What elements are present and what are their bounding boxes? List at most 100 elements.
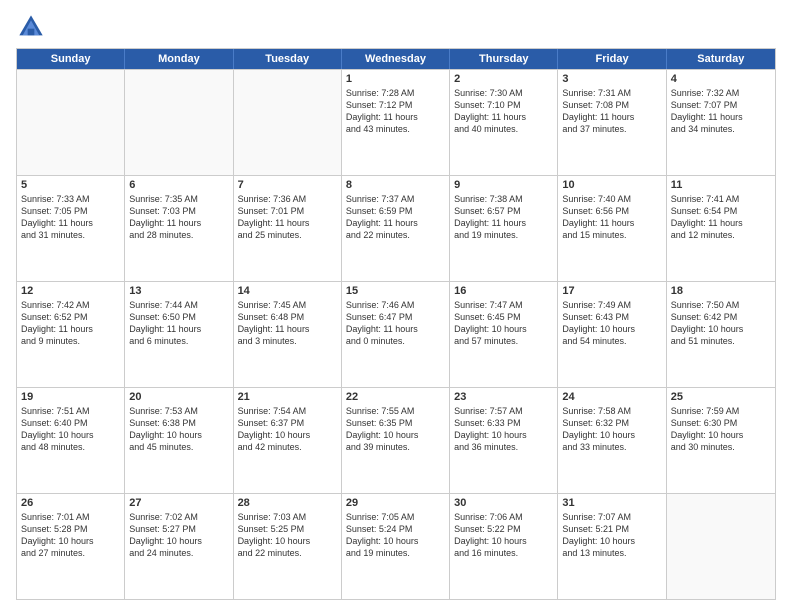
day-number: 17 <box>562 285 661 297</box>
cell-text: Sunrise: 7:49 AM Sunset: 6:43 PM Dayligh… <box>562 299 661 348</box>
cell-text: Sunrise: 7:51 AM Sunset: 6:40 PM Dayligh… <box>21 405 120 454</box>
calendar-cell-27: 27 Sunrise: 7:02 AM Sunset: 5:27 PM Dayli… <box>125 494 233 599</box>
calendar-row-2: 5 Sunrise: 7:33 AM Sunset: 7:05 PM Daylig… <box>17 175 775 281</box>
calendar-cell-4: 4 Sunrise: 7:32 AM Sunset: 7:07 PM Daylig… <box>667 70 775 175</box>
calendar-header-friday: Friday <box>558 49 666 69</box>
calendar-cell-6: 6 Sunrise: 7:35 AM Sunset: 7:03 PM Daylig… <box>125 176 233 281</box>
calendar-cell-17: 17 Sunrise: 7:49 AM Sunset: 6:43 PM Dayli… <box>558 282 666 387</box>
cell-text: Sunrise: 7:28 AM Sunset: 7:12 PM Dayligh… <box>346 87 445 136</box>
day-number: 3 <box>562 73 661 85</box>
cell-text: Sunrise: 7:36 AM Sunset: 7:01 PM Dayligh… <box>238 193 337 242</box>
day-number: 22 <box>346 391 445 403</box>
cell-text: Sunrise: 7:01 AM Sunset: 5:28 PM Dayligh… <box>21 511 120 560</box>
cell-text: Sunrise: 7:02 AM Sunset: 5:27 PM Dayligh… <box>129 511 228 560</box>
header <box>16 12 776 42</box>
cell-text: Sunrise: 7:35 AM Sunset: 7:03 PM Dayligh… <box>129 193 228 242</box>
day-number: 16 <box>454 285 553 297</box>
day-number: 21 <box>238 391 337 403</box>
day-number: 5 <box>21 179 120 191</box>
cell-text: Sunrise: 7:33 AM Sunset: 7:05 PM Dayligh… <box>21 193 120 242</box>
calendar-cell-23: 23Sunrise: 7:57 AM Sunset: 6:33 PM Dayli… <box>450 388 558 493</box>
cell-text: Sunrise: 7:47 AM Sunset: 6:45 PM Dayligh… <box>454 299 553 348</box>
calendar-cell-5: 5 Sunrise: 7:33 AM Sunset: 7:05 PM Daylig… <box>17 176 125 281</box>
calendar-cell-3: 3 Sunrise: 7:31 AM Sunset: 7:08 PM Daylig… <box>558 70 666 175</box>
day-number: 18 <box>671 285 771 297</box>
day-number: 15 <box>346 285 445 297</box>
calendar: SundayMondayTuesdayWednesdayThursdayFrid… <box>16 48 776 600</box>
cell-text: Sunrise: 7:54 AM Sunset: 6:37 PM Dayligh… <box>238 405 337 454</box>
calendar-header-monday: Monday <box>125 49 233 69</box>
calendar-cell-8: 8 Sunrise: 7:37 AM Sunset: 6:59 PM Daylig… <box>342 176 450 281</box>
day-number: 8 <box>346 179 445 191</box>
calendar-cell-18: 18 Sunrise: 7:50 AM Sunset: 6:42 PM Dayli… <box>667 282 775 387</box>
calendar-cell-31: 31 Sunrise: 7:07 AM Sunset: 5:21 PM Dayli… <box>558 494 666 599</box>
day-number: 25 <box>671 391 771 403</box>
calendar-cell-15: 15Sunrise: 7:46 AM Sunset: 6:47 PM Dayli… <box>342 282 450 387</box>
day-number: 19 <box>21 391 120 403</box>
day-number: 20 <box>129 391 228 403</box>
day-number: 24 <box>562 391 661 403</box>
logo-icon <box>16 12 46 42</box>
cell-text: Sunrise: 7:59 AM Sunset: 6:30 PM Dayligh… <box>671 405 771 454</box>
calendar-cell-12: 12Sunrise: 7:42 AM Sunset: 6:52 PM Dayli… <box>17 282 125 387</box>
cell-text: Sunrise: 7:41 AM Sunset: 6:54 PM Dayligh… <box>671 193 771 242</box>
calendar-row-5: 26 Sunrise: 7:01 AM Sunset: 5:28 PM Dayli… <box>17 493 775 599</box>
calendar-header-sunday: Sunday <box>17 49 125 69</box>
cell-text: Sunrise: 7:44 AM Sunset: 6:50 PM Dayligh… <box>129 299 228 348</box>
day-number: 10 <box>562 179 661 191</box>
calendar-row-3: 12Sunrise: 7:42 AM Sunset: 6:52 PM Dayli… <box>17 281 775 387</box>
calendar-cell-25: 25 Sunrise: 7:59 AM Sunset: 6:30 PM Dayli… <box>667 388 775 493</box>
day-number: 26 <box>21 497 120 509</box>
day-number: 23 <box>454 391 553 403</box>
calendar-header-wednesday: Wednesday <box>342 49 450 69</box>
day-number: 28 <box>238 497 337 509</box>
calendar-cell-2: 2 Sunrise: 7:30 AM Sunset: 7:10 PM Daylig… <box>450 70 558 175</box>
day-number: 12 <box>21 285 120 297</box>
day-number: 11 <box>671 179 771 191</box>
cell-text: Sunrise: 7:45 AM Sunset: 6:48 PM Dayligh… <box>238 299 337 348</box>
calendar-cell-11: 11 Sunrise: 7:41 AM Sunset: 6:54 PM Dayli… <box>667 176 775 281</box>
calendar-row-4: 19 Sunrise: 7:51 AM Sunset: 6:40 PM Dayli… <box>17 387 775 493</box>
calendar-cell-empty-0-0 <box>17 70 125 175</box>
day-number: 2 <box>454 73 553 85</box>
calendar-header-thursday: Thursday <box>450 49 558 69</box>
cell-text: Sunrise: 7:05 AM Sunset: 5:24 PM Dayligh… <box>346 511 445 560</box>
cell-text: Sunrise: 7:40 AM Sunset: 6:56 PM Dayligh… <box>562 193 661 242</box>
day-number: 1 <box>346 73 445 85</box>
calendar-cell-29: 29Sunrise: 7:05 AM Sunset: 5:24 PM Dayli… <box>342 494 450 599</box>
page: SundayMondayTuesdayWednesdayThursdayFrid… <box>0 0 792 612</box>
calendar-header-tuesday: Tuesday <box>234 49 342 69</box>
calendar-cell-16: 16 Sunrise: 7:47 AM Sunset: 6:45 PM Dayli… <box>450 282 558 387</box>
cell-text: Sunrise: 7:07 AM Sunset: 5:21 PM Dayligh… <box>562 511 661 560</box>
cell-text: Sunrise: 7:31 AM Sunset: 7:08 PM Dayligh… <box>562 87 661 136</box>
calendar-cell-30: 30 Sunrise: 7:06 AM Sunset: 5:22 PM Dayli… <box>450 494 558 599</box>
day-number: 31 <box>562 497 661 509</box>
calendar-row-1: 1 Sunrise: 7:28 AM Sunset: 7:12 PM Daylig… <box>17 69 775 175</box>
calendar-cell-14: 14 Sunrise: 7:45 AM Sunset: 6:48 PM Dayli… <box>234 282 342 387</box>
calendar-cell-19: 19 Sunrise: 7:51 AM Sunset: 6:40 PM Dayli… <box>17 388 125 493</box>
cell-text: Sunrise: 7:58 AM Sunset: 6:32 PM Dayligh… <box>562 405 661 454</box>
logo <box>16 12 50 42</box>
day-number: 14 <box>238 285 337 297</box>
day-number: 30 <box>454 497 553 509</box>
day-number: 4 <box>671 73 771 85</box>
day-number: 27 <box>129 497 228 509</box>
calendar-cell-7: 7 Sunrise: 7:36 AM Sunset: 7:01 PM Daylig… <box>234 176 342 281</box>
day-number: 7 <box>238 179 337 191</box>
cell-text: Sunrise: 7:37 AM Sunset: 6:59 PM Dayligh… <box>346 193 445 242</box>
day-number: 6 <box>129 179 228 191</box>
cell-text: Sunrise: 7:06 AM Sunset: 5:22 PM Dayligh… <box>454 511 553 560</box>
calendar-cell-empty-0-1 <box>125 70 233 175</box>
cell-text: Sunrise: 7:55 AM Sunset: 6:35 PM Dayligh… <box>346 405 445 454</box>
calendar-header-saturday: Saturday <box>667 49 775 69</box>
cell-text: Sunrise: 7:53 AM Sunset: 6:38 PM Dayligh… <box>129 405 228 454</box>
cell-text: Sunrise: 7:30 AM Sunset: 7:10 PM Dayligh… <box>454 87 553 136</box>
calendar-cell-9: 9Sunrise: 7:38 AM Sunset: 6:57 PM Daylig… <box>450 176 558 281</box>
day-number: 9 <box>454 179 553 191</box>
calendar-header-row: SundayMondayTuesdayWednesdayThursdayFrid… <box>17 49 775 69</box>
cell-text: Sunrise: 7:50 AM Sunset: 6:42 PM Dayligh… <box>671 299 771 348</box>
calendar-cell-1: 1 Sunrise: 7:28 AM Sunset: 7:12 PM Daylig… <box>342 70 450 175</box>
calendar-cell-10: 10 Sunrise: 7:40 AM Sunset: 6:56 PM Dayli… <box>558 176 666 281</box>
cell-text: Sunrise: 7:32 AM Sunset: 7:07 PM Dayligh… <box>671 87 771 136</box>
calendar-cell-empty-4-6 <box>667 494 775 599</box>
